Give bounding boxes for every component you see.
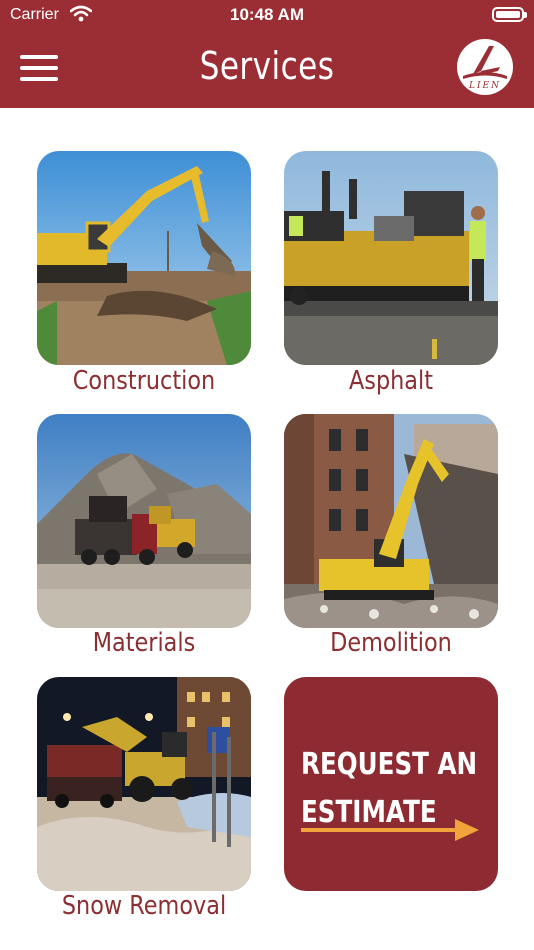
demolition-image bbox=[284, 414, 498, 628]
svg-text:LIEN: LIEN bbox=[468, 81, 501, 91]
snow-removal-image bbox=[37, 677, 251, 891]
status-time: 10:48 AM bbox=[229, 5, 304, 24]
demolition-tile[interactable] bbox=[284, 414, 498, 628]
materials-label[interactable]: Materials bbox=[41, 628, 247, 658]
asphalt-label[interactable]: Asphalt bbox=[288, 366, 494, 396]
arrow-right-icon bbox=[301, 819, 479, 841]
materials-tile[interactable] bbox=[37, 414, 251, 628]
lien-logo[interactable]: LIEN bbox=[456, 38, 514, 96]
estimate-line-1: REQUEST AN bbox=[301, 747, 478, 782]
battery-icon bbox=[492, 7, 527, 22]
asphalt-image bbox=[284, 151, 498, 365]
construction-image bbox=[37, 151, 251, 365]
request-estimate-button[interactable]: REQUEST AN ESTIMATE bbox=[284, 677, 498, 891]
construction-tile[interactable] bbox=[37, 151, 251, 365]
top-bar: Carrier 10:48 AM Services LIEN bbox=[0, 0, 534, 108]
construction-label[interactable]: Construction bbox=[41, 366, 247, 396]
demolition-label[interactable]: Demolition bbox=[288, 628, 494, 658]
materials-image bbox=[37, 414, 251, 628]
snow-removal-tile[interactable] bbox=[37, 677, 251, 891]
page-title: Services bbox=[199, 44, 335, 88]
asphalt-tile[interactable] bbox=[284, 151, 498, 365]
snow-removal-label[interactable]: Snow Removal bbox=[41, 891, 247, 921]
